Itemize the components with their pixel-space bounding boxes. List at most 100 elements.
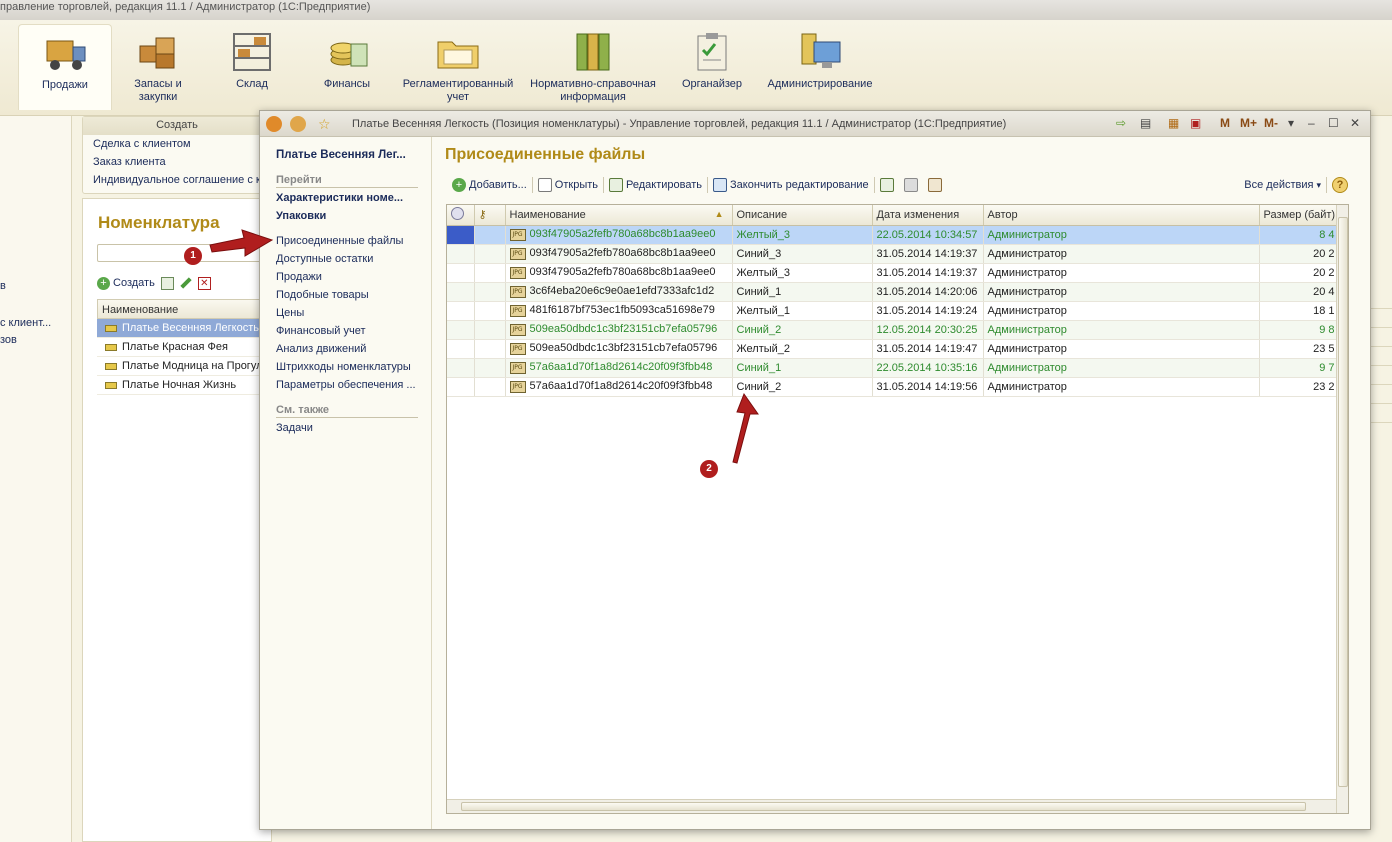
horizontal-scrollbar[interactable] — [447, 799, 1336, 813]
column-header-name[interactable]: Наименование ▲ — [505, 205, 733, 226]
menu-chevron-icon[interactable] — [290, 116, 306, 132]
minimize-icon[interactable]: – — [1308, 116, 1315, 130]
app-logo-icon[interactable] — [266, 116, 282, 132]
column-header-description[interactable]: Описание — [732, 205, 873, 226]
item-window: ☆ Платье Весенняя Легкость (Позиция номе… — [259, 110, 1371, 830]
table-row[interactable]: JPG 509ea50dbdc1c3bf23151cb7efa05796 Желты… — [447, 339, 1338, 359]
left-strip-item[interactable]: зов — [0, 334, 17, 346]
nav-link-tasks[interactable]: Задачи — [276, 422, 313, 434]
vertical-scrollbar[interactable] — [1336, 205, 1348, 813]
print-icon[interactable]: ▤ — [1140, 116, 1151, 130]
nav-link-similar-goods[interactable]: Подобные товары — [276, 289, 369, 301]
tag-icon — [105, 324, 117, 332]
column-header-author[interactable]: Автор — [983, 205, 1260, 226]
description-cell: Желтый_3 — [732, 225, 873, 245]
nav-link-sales[interactable]: Продажи — [276, 271, 322, 283]
copy-file-button[interactable] — [899, 176, 923, 194]
table-row[interactable]: JPG 093f47905a2fefb780a68bc8b1aa9ee0 Желты… — [447, 225, 1338, 245]
pencil-icon[interactable] — [180, 277, 192, 289]
help-button[interactable]: ? — [1327, 176, 1353, 194]
section-warehouse[interactable]: Склад — [206, 24, 298, 110]
size-cell: 20 2 — [1259, 263, 1338, 283]
jpg-file-icon: JPG — [509, 247, 526, 260]
list-item[interactable]: Платье Красная Фея — [97, 338, 277, 357]
favorite-star-icon[interactable]: ☆ — [318, 116, 334, 132]
add-file-icon — [879, 178, 894, 192]
nomenclature-column-header[interactable]: Наименование — [97, 299, 277, 319]
nav-link-financial-accounting[interactable]: Финансовый учет — [276, 325, 366, 337]
modified-date-cell: 31.05.2014 14:20:06 — [872, 282, 984, 302]
close-icon[interactable]: ✕ — [1350, 116, 1360, 130]
edit-document-icon — [609, 178, 623, 192]
list-item[interactable]: Платье Весенняя Легкость — [97, 319, 277, 338]
create-button[interactable]: + Создать — [97, 276, 155, 290]
column-header-modified-date[interactable]: Дата изменения — [872, 205, 984, 226]
plus-icon: + — [97, 276, 110, 290]
section-organizer[interactable]: Органайзер — [668, 24, 756, 110]
nav-link-characteristics[interactable]: Характеристики номе... — [276, 192, 403, 204]
section-finance[interactable]: Финансы — [302, 24, 392, 110]
create-order-link[interactable]: Заказ клиента — [83, 153, 271, 171]
maximize-icon[interactable]: ☐ — [1328, 116, 1339, 130]
add-button[interactable]: + Добавить... — [447, 176, 532, 194]
create-deal-link[interactable]: Сделка с клиентом — [83, 135, 271, 153]
page-title: Присоединенные файлы — [445, 146, 646, 163]
annotation-badge-2: 2 — [700, 460, 718, 478]
plus-icon: + — [452, 178, 466, 192]
memory-minus-button[interactable]: M- — [1264, 116, 1278, 130]
edit-button[interactable]: Редактировать — [604, 176, 707, 194]
author-cell: Администратор — [983, 244, 1260, 264]
dropdown-chevron-icon[interactable]: ▾ — [1288, 116, 1294, 130]
table-row[interactable]: JPG 57a6aa1d70f1a8d2614c20f09f3fbb48 Синий… — [447, 377, 1338, 397]
section-reference-info[interactable]: Нормативно-справочная информация — [526, 24, 660, 110]
create-agreement-link[interactable]: Индивидуальное соглашение с к — [83, 171, 271, 189]
modified-date-cell: 31.05.2014 14:19:47 — [872, 339, 984, 359]
vertical-scroll-thumb[interactable] — [1338, 217, 1348, 787]
finish-editing-button[interactable]: Закончить редактирование — [708, 176, 874, 194]
column-header-size[interactable]: Размер (байт) — [1259, 205, 1338, 226]
status-icon — [451, 206, 464, 220]
table-row[interactable]: JPG 093f47905a2fefb780a68bc8b1aa9ee0 Желты… — [447, 263, 1338, 283]
section-administration[interactable]: Администрирование — [764, 24, 876, 110]
section-stock-purchases[interactable]: Запасы и закупки — [116, 24, 200, 110]
list-item[interactable]: Платье Ночная Жизнь — [97, 376, 277, 395]
calculator-icon[interactable]: ▦ — [1168, 116, 1179, 130]
files-toolbar: + Добавить... Открыть Редактировать Зако… — [447, 175, 1353, 195]
calendar-icon[interactable]: ▣ — [1190, 116, 1201, 130]
list-item[interactable]: Платье Модница на Прогул — [97, 357, 277, 376]
table-row[interactable]: JPG 57a6aa1d70f1a8d2614c20f09f3fbb48 Синий… — [447, 358, 1338, 378]
nav-link-packaging[interactable]: Упаковки — [276, 210, 326, 222]
horizontal-scroll-thumb[interactable] — [461, 802, 1306, 811]
column-header-edit-state[interactable]: ⚷ — [474, 205, 506, 226]
left-strip-item[interactable]: в — [0, 280, 6, 292]
nav-link-barcodes[interactable]: Штрихкоды номенклатуры — [276, 361, 411, 373]
nav-link-supply-parameters[interactable]: Параметры обеспечения ... — [276, 379, 416, 391]
table-row[interactable]: JPG 509ea50dbdc1c3bf23151cb7efa05796 Синий… — [447, 320, 1338, 340]
nav-link-available-stock[interactable]: Доступные остатки — [276, 253, 373, 265]
nav-link-prices[interactable]: Цены — [276, 307, 304, 319]
status-cell — [447, 339, 475, 359]
all-actions-menu[interactable]: Все действия ▾ — [1239, 176, 1326, 194]
column-header-status[interactable] — [447, 205, 475, 226]
nav-item-title[interactable]: Платье Весенняя Лег... — [276, 149, 406, 161]
jpg-file-icon: JPG — [509, 342, 526, 355]
table-row[interactable]: JPG 093f47905a2fefb780a68bc8b1aa9ee0 Синий… — [447, 244, 1338, 264]
open-button[interactable]: Открыть — [533, 176, 603, 194]
nav-link-attached-files[interactable]: Присоединенные файлы — [276, 235, 403, 247]
link-icon[interactable]: ⇨ — [1116, 116, 1126, 130]
tag-icon — [105, 381, 117, 389]
left-strip-item[interactable]: с клиент... — [0, 317, 51, 329]
edit-state-cell — [474, 244, 506, 264]
section-sales[interactable]: Продажи — [18, 24, 112, 110]
save-file-button[interactable] — [923, 176, 947, 194]
nav-link-movement-analysis[interactable]: Анализ движений — [276, 343, 366, 355]
create-panel-header: Создать — [83, 117, 271, 135]
memory-plus-button[interactable]: M+ — [1240, 116, 1257, 130]
add-file-button[interactable] — [875, 176, 899, 194]
table-row[interactable]: JPG 3c6f4eba20e6c9e0ae1efd7333afc1d2 Синий… — [447, 282, 1338, 302]
section-regulated-accounting[interactable]: Регламентированный учет — [396, 24, 520, 110]
memory-m-button[interactable]: M — [1220, 116, 1230, 130]
table-row[interactable]: JPG 481f6187bf753ec1fb5093ca51698e79 Желты… — [447, 301, 1338, 321]
delete-icon[interactable]: ✕ — [197, 276, 211, 290]
copy-icon[interactable] — [160, 276, 174, 290]
